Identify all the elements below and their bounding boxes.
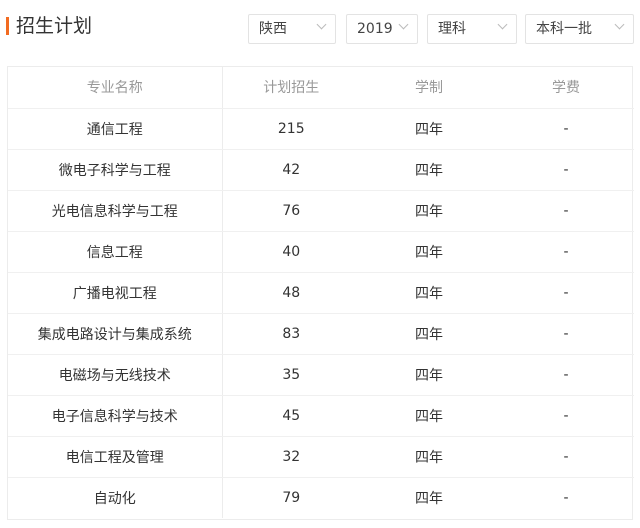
- cell-fee: -: [498, 231, 634, 273]
- year-select[interactable]: 2019: [346, 14, 418, 44]
- cell-major: 广播电视工程: [8, 272, 223, 314]
- cell-major: 光电信息科学与工程: [8, 190, 223, 232]
- cell-major: 电磁场与无线技术: [8, 354, 223, 396]
- cell-major: 电信工程及管理: [8, 436, 223, 478]
- cell-duration: 四年: [360, 231, 498, 273]
- table-row: 电信工程及管理 32 四年 -: [8, 436, 634, 478]
- title-accent-bar: [6, 17, 9, 35]
- table-row: 光电信息科学与工程 76 四年 -: [8, 190, 634, 232]
- cell-plan: 79: [282, 489, 301, 506]
- table-row: 电磁场与无线技术 35 四年 -: [8, 354, 634, 396]
- subject-select[interactable]: 理科: [427, 14, 517, 44]
- chevron-down-icon: [398, 19, 409, 30]
- cell-plan: 45: [222, 395, 360, 437]
- cell-major: 电子信息科学与技术: [8, 395, 223, 437]
- cell-duration: 四年: [360, 395, 498, 437]
- table-header-row: 专业名称 计划招生 学制 学费: [8, 67, 634, 109]
- cell-duration: 四年: [360, 272, 498, 314]
- cell-duration: 四年: [360, 313, 498, 355]
- cell-plan: 48: [222, 272, 360, 314]
- batch-select-value: 本科一批: [536, 21, 592, 37]
- cell-plan: 35: [222, 354, 360, 396]
- cell-duration: 四年: [360, 108, 498, 150]
- chevron-down-icon: [614, 19, 625, 30]
- table-row: 广播电视工程 48 四年 -: [8, 272, 634, 314]
- cell-duration: 四年: [360, 190, 498, 232]
- cell-fee: -: [498, 190, 634, 232]
- cell-plan: 215: [222, 108, 360, 150]
- cell-fee: -: [498, 149, 634, 191]
- column-header-plan: 计划招生: [222, 67, 360, 109]
- province-select[interactable]: 陕西: [248, 14, 336, 44]
- cell-major: 微电子科学与工程: [8, 149, 223, 191]
- subject-select-value: 理科: [438, 21, 466, 37]
- chevron-down-icon: [316, 19, 327, 30]
- table-row: 信息工程 40 四年 -: [8, 231, 634, 273]
- cell-major: 通信工程: [8, 108, 223, 150]
- chevron-down-icon: [497, 19, 508, 30]
- column-header-duration: 学制: [360, 67, 498, 109]
- cell-major: 集成电路设计与集成系统: [8, 313, 223, 355]
- table-row: 电子信息科学与技术 45 四年 -: [8, 395, 634, 437]
- cell-duration: 四年: [360, 149, 498, 191]
- cell-duration: 四年: [415, 490, 443, 507]
- batch-select[interactable]: 本科一批: [525, 14, 634, 44]
- year-select-value: 2019: [357, 21, 393, 37]
- cell-plan: 40: [222, 231, 360, 273]
- column-header-fee: 学费: [498, 67, 634, 109]
- cell-fee: -: [498, 436, 634, 478]
- cell-duration: 四年: [360, 354, 498, 396]
- cell-fee: -: [498, 354, 634, 396]
- cell-plan: 42: [222, 149, 360, 191]
- table-row: 通信工程 215 四年 -: [8, 108, 634, 150]
- enrollment-plan-table: 专业名称 计划招生 学制 学费 通信工程 215 四年 - 微电子科学与工程 4…: [7, 66, 634, 520]
- cell-plan: 32: [222, 436, 360, 478]
- header: 招生计划 陕西 2019 理科 本科一批: [0, 0, 640, 56]
- column-header-major: 专业名称: [8, 67, 223, 109]
- cell-fee: -: [498, 395, 634, 437]
- cell-plan: 83: [222, 313, 360, 355]
- province-select-value: 陕西: [259, 21, 287, 37]
- cell-plan: 76: [222, 190, 360, 232]
- table-row: 微电子科学与工程 42 四年 -: [8, 149, 634, 191]
- table-row: 自动化 79 四年 -: [8, 477, 634, 518]
- cell-duration: 四年: [360, 436, 498, 478]
- table-row: 集成电路设计与集成系统 83 四年 -: [8, 313, 634, 355]
- cell-major: 自动化: [8, 477, 223, 518]
- cell-fee: -: [498, 108, 634, 150]
- cell-fee: -: [498, 272, 634, 314]
- cell-fee: -: [498, 313, 634, 355]
- cell-fee: -: [563, 489, 569, 506]
- page-title: 招生计划: [16, 15, 93, 37]
- cell-major: 信息工程: [8, 231, 223, 273]
